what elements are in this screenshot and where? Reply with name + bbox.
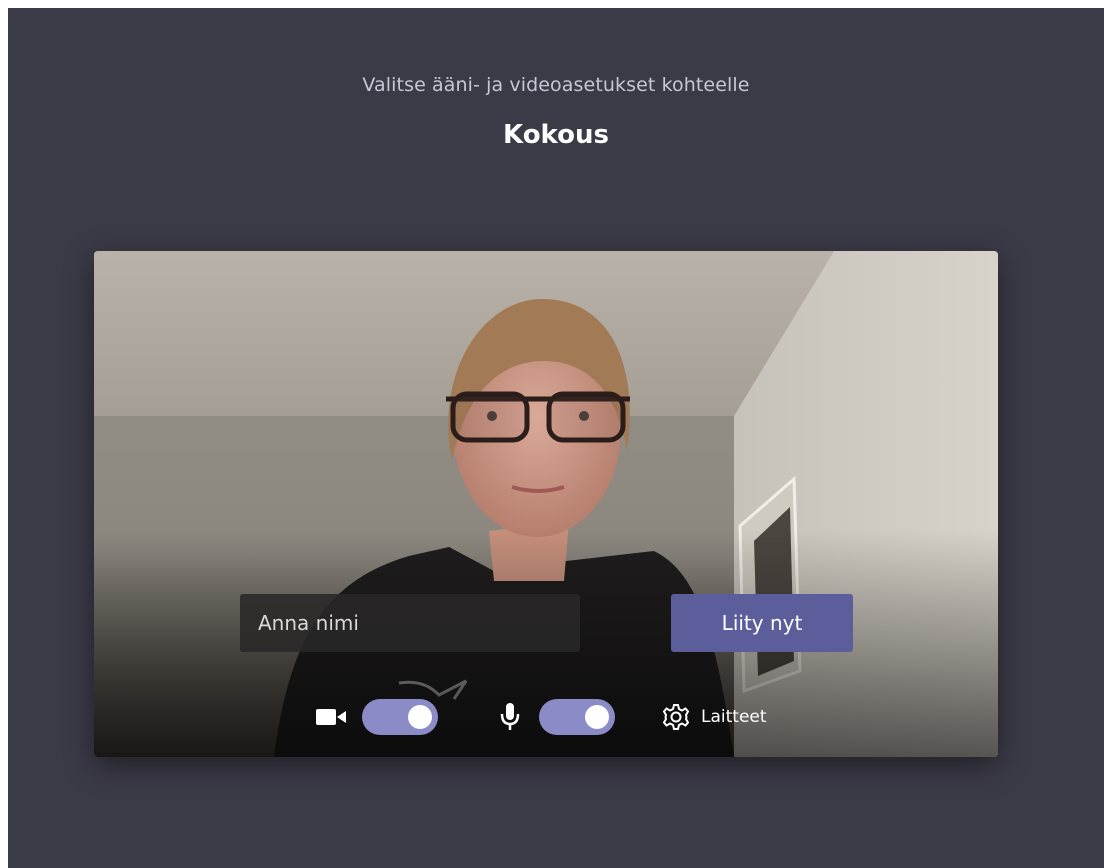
gear-icon — [662, 704, 690, 730]
prejoin-subtitle: Valitse ääni- ja videoasetukset kohteell… — [362, 74, 750, 96]
join-now-button[interactable]: Liity nyt — [671, 594, 853, 652]
camera-preview: Liity nyt — [94, 251, 998, 757]
prejoin-screen: Valitse ääni- ja videoasetukset kohteell… — [8, 8, 1104, 868]
microphone-icon[interactable] — [500, 702, 520, 732]
camera-feed-image — [94, 251, 998, 757]
media-controls-bar: Laitteet — [94, 697, 998, 737]
microphone-toggle-knob — [585, 705, 609, 729]
meeting-title: Kokous — [503, 120, 609, 150]
camera-toggle-knob — [408, 705, 432, 729]
microphone-toggle[interactable] — [539, 699, 615, 735]
devices-button[interactable]: Laitteet — [661, 699, 767, 735]
video-camera-icon[interactable] — [315, 706, 347, 728]
name-input[interactable] — [240, 594, 580, 652]
camera-toggle[interactable] — [362, 699, 438, 735]
devices-label: Laitteet — [701, 707, 767, 727]
